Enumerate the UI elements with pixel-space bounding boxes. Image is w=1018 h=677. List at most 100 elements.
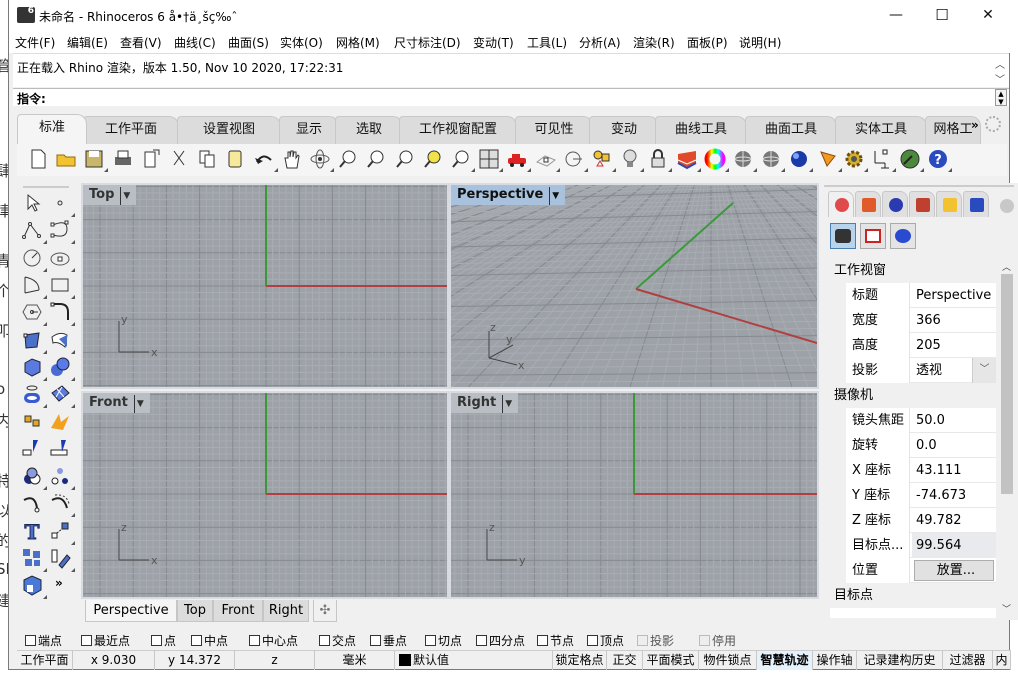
viewport-label[interactable]: Perspective ▼: [451, 185, 566, 205]
menu-item[interactable]: 曲线(C): [174, 34, 216, 51]
panel-scrollbar[interactable]: ︿ ﹀: [1000, 258, 1014, 618]
checkbox[interactable]: [637, 635, 648, 646]
menu-item[interactable]: 尺寸标注(D): [394, 34, 461, 51]
osnap-2[interactable]: 点: [151, 632, 176, 649]
scale-icon[interactable]: [49, 520, 75, 545]
checkbox[interactable]: [151, 635, 162, 646]
point-icon[interactable]: [49, 192, 75, 217]
show-hide-icon[interactable]: [591, 148, 616, 172]
zoom-extents-icon[interactable]: [394, 148, 416, 170]
toolbar-tab[interactable]: 变动: [589, 116, 659, 144]
split-icon[interactable]: [49, 438, 71, 460]
viewport-label[interactable]: Right ▼: [451, 393, 519, 413]
surface-edit-icon[interactable]: [49, 329, 75, 354]
panel-tab-materials[interactable]: [882, 191, 908, 217]
rotate-view-icon[interactable]: [309, 148, 334, 172]
scroll-up-icon[interactable]: ︿: [1002, 260, 1011, 273]
property-value[interactable]: 0.0: [912, 433, 996, 458]
checkbox[interactable]: [81, 635, 92, 646]
new-file-icon[interactable]: [27, 148, 49, 170]
copy-icon[interactable]: [196, 148, 218, 170]
viewport-label[interactable]: Front ▼: [83, 393, 150, 413]
property-value[interactable]: Perspective: [912, 283, 996, 308]
zoom-selected-icon[interactable]: [422, 148, 444, 170]
property-section-header[interactable]: 摄像机: [830, 383, 996, 408]
status-toggle[interactable]: 智慧轨迹: [757, 651, 813, 670]
panel-subtab-camera[interactable]: [830, 223, 856, 249]
checkbox[interactable]: [587, 635, 598, 646]
group-circles-icon[interactable]: [21, 465, 47, 490]
osnap-8[interactable]: 四分点: [476, 632, 525, 649]
open-folder-icon[interactable]: [55, 148, 77, 170]
grid-snap-icon[interactable]: [535, 148, 560, 172]
checkbox[interactable]: [319, 635, 330, 646]
toolbar-tab[interactable]: 显示: [279, 116, 339, 144]
osnap-4[interactable]: 中心点: [249, 632, 298, 649]
blend-curve-icon[interactable]: [21, 492, 43, 514]
cut-icon[interactable]: [168, 148, 190, 170]
tabs-overflow-button[interactable]: »: [971, 118, 979, 132]
checkbox[interactable]: [249, 635, 260, 646]
status-toggle[interactable]: 操作轴: [813, 651, 857, 670]
status-cplane[interactable]: 工作平面: [17, 651, 73, 670]
property-value[interactable]: 49.782: [912, 508, 996, 533]
property-value[interactable]: 99.564: [912, 533, 996, 558]
checkbox[interactable]: [425, 635, 436, 646]
osnap-3[interactable]: 中点: [191, 632, 228, 649]
status-toggle[interactable]: 平面模式: [643, 651, 699, 670]
viewport-tab-perspective[interactable]: Perspective: [85, 600, 177, 622]
undo-view-icon[interactable]: [450, 148, 475, 172]
status-toggle[interactable]: 记录建构历史: [857, 651, 943, 670]
more-icon[interactable]: »: [49, 574, 71, 596]
property-value[interactable]: 205: [912, 333, 996, 358]
render-sphere-icon[interactable]: [788, 148, 814, 172]
checkbox[interactable]: [25, 635, 36, 646]
toolbar-grip[interactable]: [23, 186, 69, 188]
command-input[interactable]: [53, 89, 953, 105]
color-wheel-icon[interactable]: [704, 148, 729, 172]
scroll-down-icon[interactable]: ﹀: [1002, 602, 1011, 615]
car-render-icon[interactable]: [506, 148, 532, 172]
toolbar-tab[interactable]: 可见性: [515, 116, 593, 144]
viewport-menu-dropdown-icon[interactable]: ▼: [502, 395, 512, 413]
explode-join-icon[interactable]: [21, 410, 43, 432]
menu-item[interactable]: 面板(P): [687, 34, 728, 51]
toolbar-tab[interactable]: 曲面工具: [745, 116, 837, 144]
panel-tab-layers[interactable]: [855, 191, 881, 217]
osnap-12[interactable]: 停用: [699, 632, 736, 649]
viewport-perspective[interactable]: z y x Perspective ▼: [449, 183, 819, 389]
analysis-globe-icon[interactable]: [899, 148, 924, 172]
save-icon[interactable]: [83, 148, 109, 172]
viewport-front[interactable]: z x Front ▼: [81, 391, 449, 599]
viewport-tab-right[interactable]: Right: [263, 600, 309, 622]
panel-tab-help[interactable]: [963, 191, 989, 217]
checkbox[interactable]: [699, 635, 710, 646]
close-button[interactable]: ✕: [965, 0, 1011, 31]
place-button[interactable]: 放置...: [914, 560, 994, 581]
menu-item[interactable]: 文件(F): [15, 34, 55, 51]
osnap-1[interactable]: 最近点: [81, 632, 130, 649]
minimize-button[interactable]: —: [873, 0, 919, 31]
status-toggle[interactable]: 内: [993, 651, 1011, 670]
panel-subtab-target[interactable]: [890, 223, 916, 249]
toolbar-tab[interactable]: 选取: [335, 116, 403, 144]
curve-control-points-icon[interactable]: [49, 219, 75, 245]
box-edit-icon[interactable]: [21, 574, 47, 600]
spotlight-icon[interactable]: [817, 148, 842, 172]
menu-item[interactable]: 工具(L): [527, 34, 567, 51]
status-toggle[interactable]: 锁定格点: [553, 651, 607, 670]
checkbox[interactable]: [191, 635, 202, 646]
surface-from-points-icon[interactable]: [21, 329, 47, 354]
status-layer[interactable]: 默认值: [395, 651, 553, 670]
property-value[interactable]: 43.111: [912, 458, 996, 483]
help-icon[interactable]: ?: [927, 148, 953, 172]
dimension-icon[interactable]: [871, 148, 896, 172]
checkbox[interactable]: [370, 635, 381, 646]
box-icon[interactable]: [21, 356, 47, 381]
osnap-5[interactable]: 交点: [319, 632, 356, 649]
ungroup-circles-icon[interactable]: [49, 465, 75, 490]
toolbar-tab[interactable]: 工作视窗配置: [399, 116, 517, 144]
menu-item[interactable]: 分析(A): [579, 34, 621, 51]
menu-item[interactable]: 编辑(E): [67, 34, 108, 51]
osnap-0[interactable]: 端点: [25, 632, 62, 649]
